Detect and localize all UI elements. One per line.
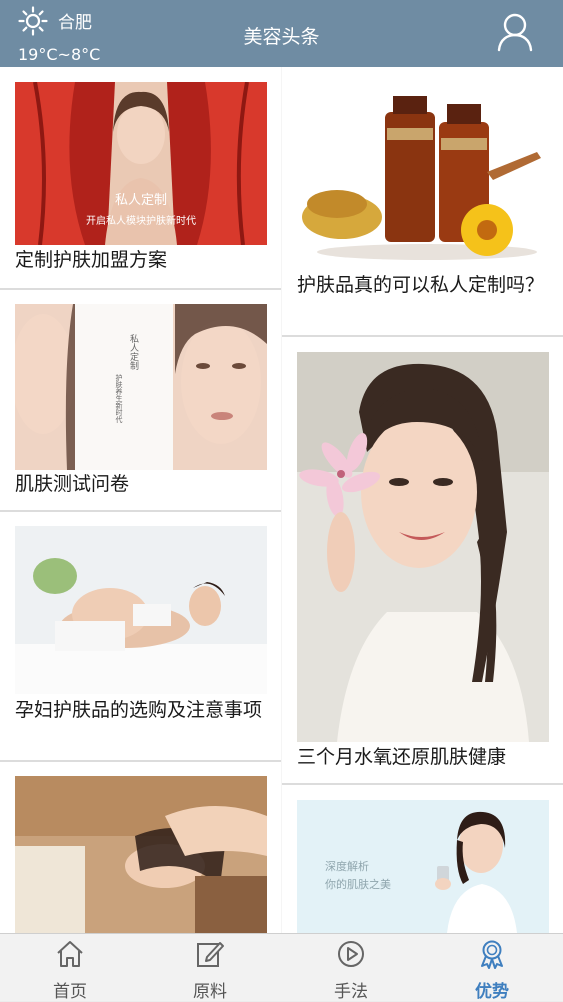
image-overlay-text: 深度解析 [325, 859, 369, 873]
top-bar: 合肥 19°C~8°C 美容头条 [0, 0, 563, 67]
home-icon [57, 941, 83, 967]
article-image: 私人定制 开启私人模块护肤新时代 [15, 82, 267, 245]
article-image: 深度解析 你的肌肤之美 [297, 800, 549, 933]
image-overlay-text: 私人定制 [128, 334, 139, 370]
play-icon [338, 941, 364, 967]
image-overlay-subtext: 开启私人模块护肤新时代 [86, 214, 196, 227]
article-card[interactable]: 私人定制 护肤养生新时代 肌肤测试问卷 [0, 290, 281, 510]
article-feed[interactable]: 私人定制 开启私人模块护肤新时代 定制护肤加盟方案 私人定制 护肤养生新时代 肌… [0, 67, 563, 933]
image-overlay-subtext: 你的肌肤之美 [325, 877, 391, 891]
tab-home[interactable]: 首页 [0, 934, 140, 1002]
article-title[interactable]: 孕妇护肤品的选购及注意事项 [15, 698, 270, 722]
tab-label: 手法 [334, 982, 368, 1002]
article-card[interactable]: 护肤品真的可以私人定制吗？ [282, 67, 563, 335]
article-title[interactable]: 三个月水氧还原肌肤健康 [297, 745, 552, 769]
article-card[interactable] [0, 762, 281, 933]
tab-label: 原料 [193, 982, 227, 1002]
tab-label: 首页 [53, 982, 87, 1002]
tab-advantages[interactable]: 优势 [422, 934, 562, 1002]
bottom-tab-bar: 首页 原料 手法 优势 [0, 933, 563, 1002]
award-icon [481, 940, 503, 969]
image-overlay-text: 私人定制 [115, 193, 167, 208]
article-card[interactable]: 私人定制 开启私人模块护肤新时代 定制护肤加盟方案 [0, 67, 281, 288]
article-image [15, 526, 267, 694]
article-card[interactable]: 深度解析 你的肌肤之美 [282, 785, 563, 933]
article-image: 私人定制 护肤养生新时代 [15, 304, 267, 470]
article-title[interactable]: 护肤品真的可以私人定制吗？ [297, 273, 552, 297]
article-title[interactable]: 肌肤测试问卷 [15, 472, 270, 496]
article-card[interactable]: 三个月水氧还原肌肤健康 [282, 337, 563, 783]
article-title[interactable]: 定制护肤加盟方案 [15, 248, 270, 272]
user-icon[interactable] [496, 12, 534, 52]
page-title: 美容头条 [243, 26, 320, 48]
edit-icon [197, 942, 224, 967]
article-card[interactable]: 孕妇护肤品的选购及注意事项 [0, 512, 281, 760]
article-image [297, 82, 549, 262]
tab-ingredients[interactable]: 原料 [140, 934, 280, 1002]
article-image [297, 352, 549, 742]
article-image [15, 776, 267, 933]
image-overlay-subtext: 护肤养生新时代 [115, 373, 123, 424]
tab-technique[interactable]: 手法 [281, 934, 421, 1002]
tab-label: 优势 [475, 982, 509, 1002]
